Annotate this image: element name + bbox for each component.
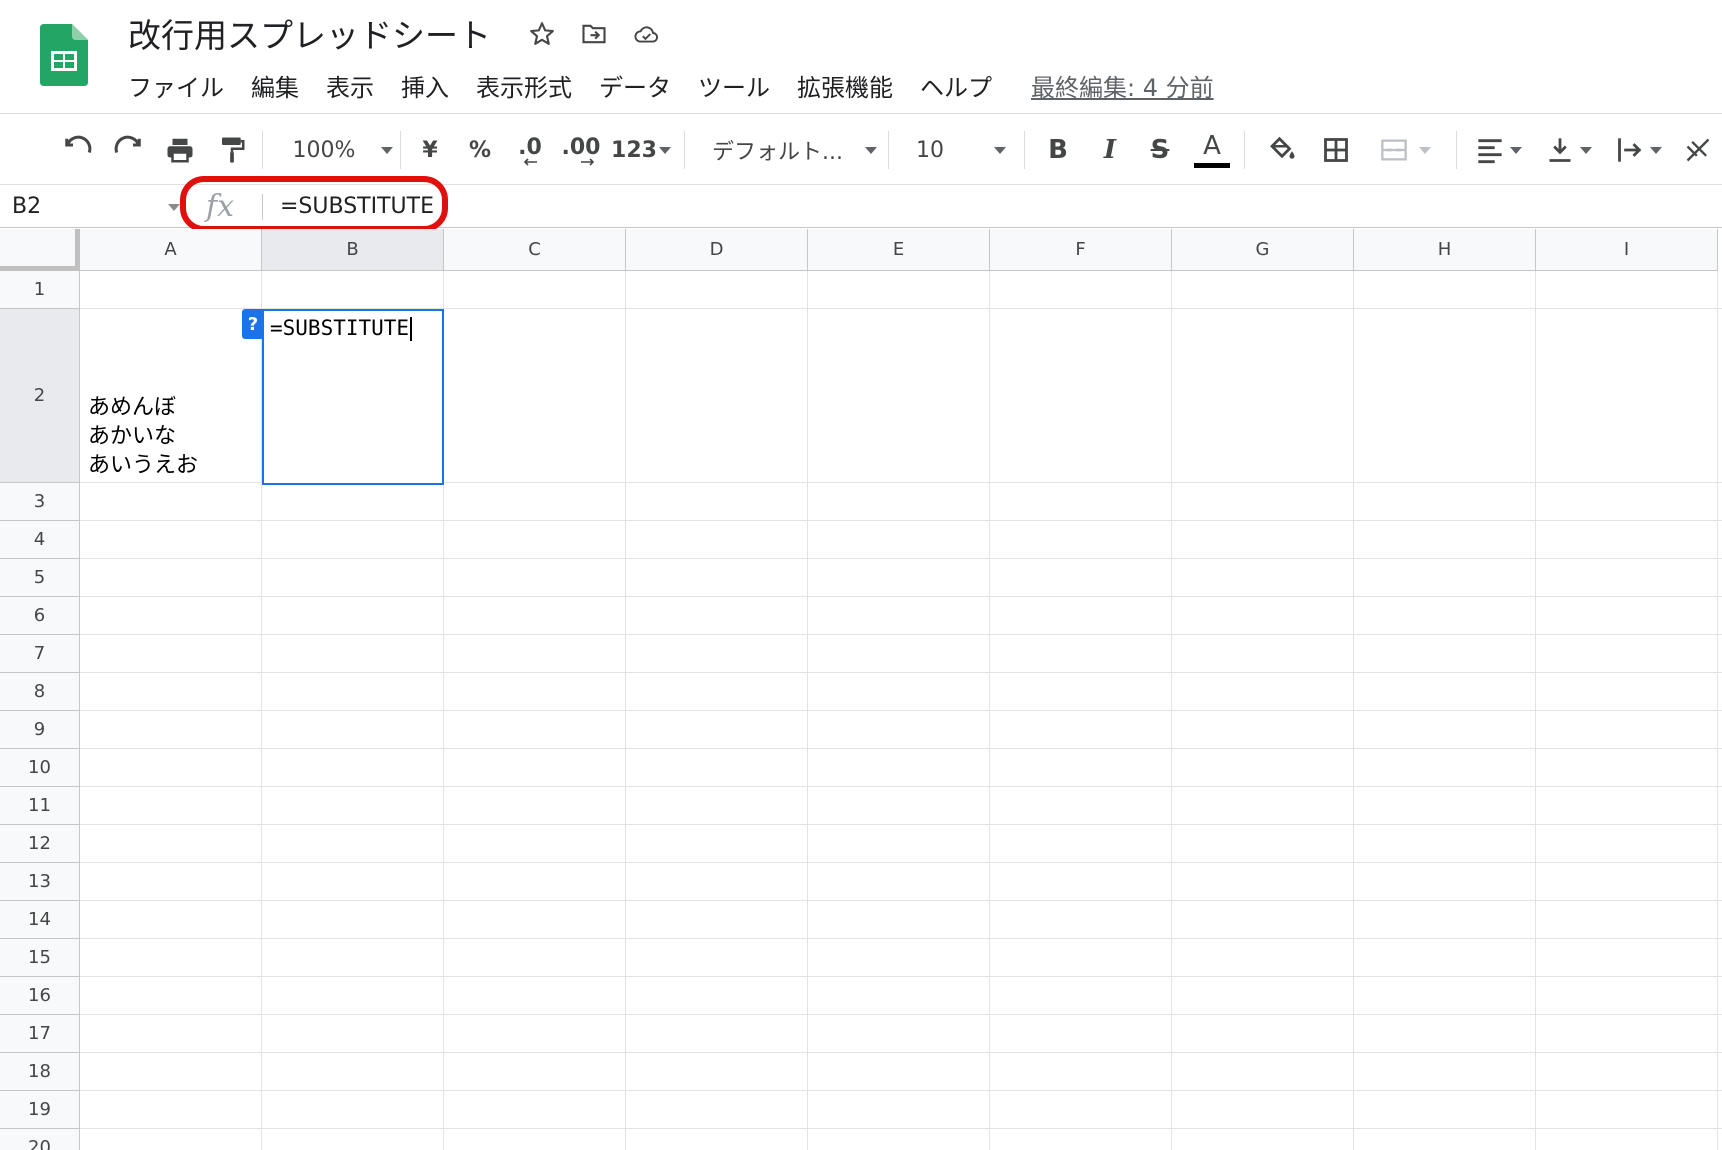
fill-color-icon[interactable] xyxy=(1264,115,1300,185)
font-family-select[interactable]: デフォルト... xyxy=(712,115,878,185)
text-color-button[interactable]: A xyxy=(1192,115,1232,185)
row-header-6[interactable]: 6 xyxy=(0,597,80,635)
move-to-folder-icon[interactable] xyxy=(580,20,608,48)
sheets-logo-icon[interactable] xyxy=(40,24,88,86)
font-size-select[interactable]: 10 xyxy=(916,115,1016,185)
undo-icon[interactable] xyxy=(60,115,96,185)
menu-insert[interactable]: 挿入 xyxy=(401,70,449,106)
increase-decimal-button[interactable]: .00 xyxy=(560,115,602,185)
cell-a2[interactable]: あめんぼ あかいな あいうえお xyxy=(88,393,198,480)
row-header-20[interactable]: 20 xyxy=(0,1129,80,1150)
cloud-status-icon[interactable] xyxy=(632,20,660,48)
star-icon[interactable] xyxy=(528,20,556,48)
app-header: 改行用スプレッドシート ファイル 編集 表示 挿入 表示形式 データ ツール 拡… xyxy=(0,0,1722,114)
row-header-8[interactable]: 8 xyxy=(0,673,80,711)
merge-cells-icon[interactable] xyxy=(1372,115,1438,185)
currency-format-button[interactable]: ¥ xyxy=(414,115,446,185)
active-cell-b2[interactable]: =SUBSTITUTE xyxy=(262,309,444,485)
row-header-7[interactable]: 7 xyxy=(0,635,80,673)
column-header-c[interactable]: C xyxy=(444,229,626,271)
zoom-select[interactable]: 100% xyxy=(288,115,398,185)
percent-format-button[interactable]: % xyxy=(464,115,496,185)
select-all-corner[interactable] xyxy=(0,229,80,271)
toolbar: 100% ¥ % .0 .00 123 デフォルト... 10 B I S A xyxy=(0,115,1722,185)
menu-help[interactable]: ヘルプ xyxy=(920,70,992,106)
horizontal-align-icon[interactable] xyxy=(1470,115,1528,185)
menu-edit[interactable]: 編集 xyxy=(251,70,299,106)
bold-button[interactable]: B xyxy=(1040,115,1076,185)
borders-icon[interactable] xyxy=(1318,115,1354,185)
decrease-decimal-button[interactable]: .0 xyxy=(512,115,548,185)
column-header-e[interactable]: E xyxy=(808,229,990,271)
column-header-d[interactable]: D xyxy=(626,229,808,271)
column-header-f[interactable]: F xyxy=(990,229,1172,271)
formula-highlight-annotation xyxy=(180,176,448,232)
italic-button[interactable]: I xyxy=(1092,115,1128,185)
row-header-9[interactable]: 9 xyxy=(0,711,80,749)
text-cursor xyxy=(410,317,413,341)
formula-help-badge[interactable]: ? xyxy=(242,309,264,339)
row-header-15[interactable]: 15 xyxy=(0,939,80,977)
text-wrap-icon[interactable] xyxy=(1610,115,1668,185)
print-icon[interactable] xyxy=(162,115,198,185)
column-header-g[interactable]: G xyxy=(1172,229,1354,271)
menu-tools[interactable]: ツール xyxy=(698,70,770,106)
number-format-select[interactable]: 123 xyxy=(611,115,671,185)
row-header-2[interactable]: 2 xyxy=(0,309,80,483)
row-header-3[interactable]: 3 xyxy=(0,483,80,521)
row-header-12[interactable]: 12 xyxy=(0,825,80,863)
row-header-5[interactable]: 5 xyxy=(0,559,80,597)
column-header-a[interactable]: A xyxy=(80,229,262,271)
row-header-14[interactable]: 14 xyxy=(0,901,80,939)
name-box[interactable]: B2 xyxy=(12,186,41,228)
row-header-11[interactable]: 11 xyxy=(0,787,80,825)
row-header-17[interactable]: 17 xyxy=(0,1015,80,1053)
strikethrough-button[interactable]: S xyxy=(1142,115,1178,185)
menu-extensions[interactable]: 拡張機能 xyxy=(797,70,893,106)
menu-bar: ファイル 編集 表示 挿入 表示形式 データ ツール 拡張機能 ヘルプ 最終編集… xyxy=(128,70,1214,106)
active-cell-input[interactable]: =SUBSTITUTE xyxy=(270,316,409,340)
column-header-i[interactable]: I xyxy=(1536,229,1718,271)
redo-icon[interactable] xyxy=(110,115,146,185)
menu-file[interactable]: ファイル xyxy=(128,70,224,106)
document-title[interactable]: 改行用スプレッドシート xyxy=(128,16,491,56)
row-header-10[interactable]: 10 xyxy=(0,749,80,787)
row-header-13[interactable]: 13 xyxy=(0,863,80,901)
menu-view[interactable]: 表示 xyxy=(326,70,374,106)
last-edit-link[interactable]: 最終編集: 4 分前 xyxy=(1031,70,1214,106)
column-header-b[interactable]: B xyxy=(262,229,444,271)
spreadsheet-grid[interactable]: ABCDEFGHI 1 2 3 4 5 6 7 8 9 10 11 12 13 14 15 16 17 18 19 2… xyxy=(0,229,1722,1150)
paint-format-icon[interactable] xyxy=(214,115,250,185)
row-header-19[interactable]: 19 xyxy=(0,1091,80,1129)
vertical-align-icon[interactable] xyxy=(1540,115,1598,185)
text-rotation-icon[interactable] xyxy=(1680,115,1716,185)
menu-data[interactable]: データ xyxy=(599,70,671,106)
text-color-swatch xyxy=(1194,162,1230,168)
row-header-4[interactable]: 4 xyxy=(0,521,80,559)
menu-format[interactable]: 表示形式 xyxy=(476,70,572,106)
name-box-dropdown-icon[interactable] xyxy=(168,204,180,211)
column-header-h[interactable]: H xyxy=(1354,229,1536,271)
row-header-16[interactable]: 16 xyxy=(0,977,80,1015)
row-header-18[interactable]: 18 xyxy=(0,1053,80,1091)
row-header-1[interactable]: 1 xyxy=(0,271,80,309)
